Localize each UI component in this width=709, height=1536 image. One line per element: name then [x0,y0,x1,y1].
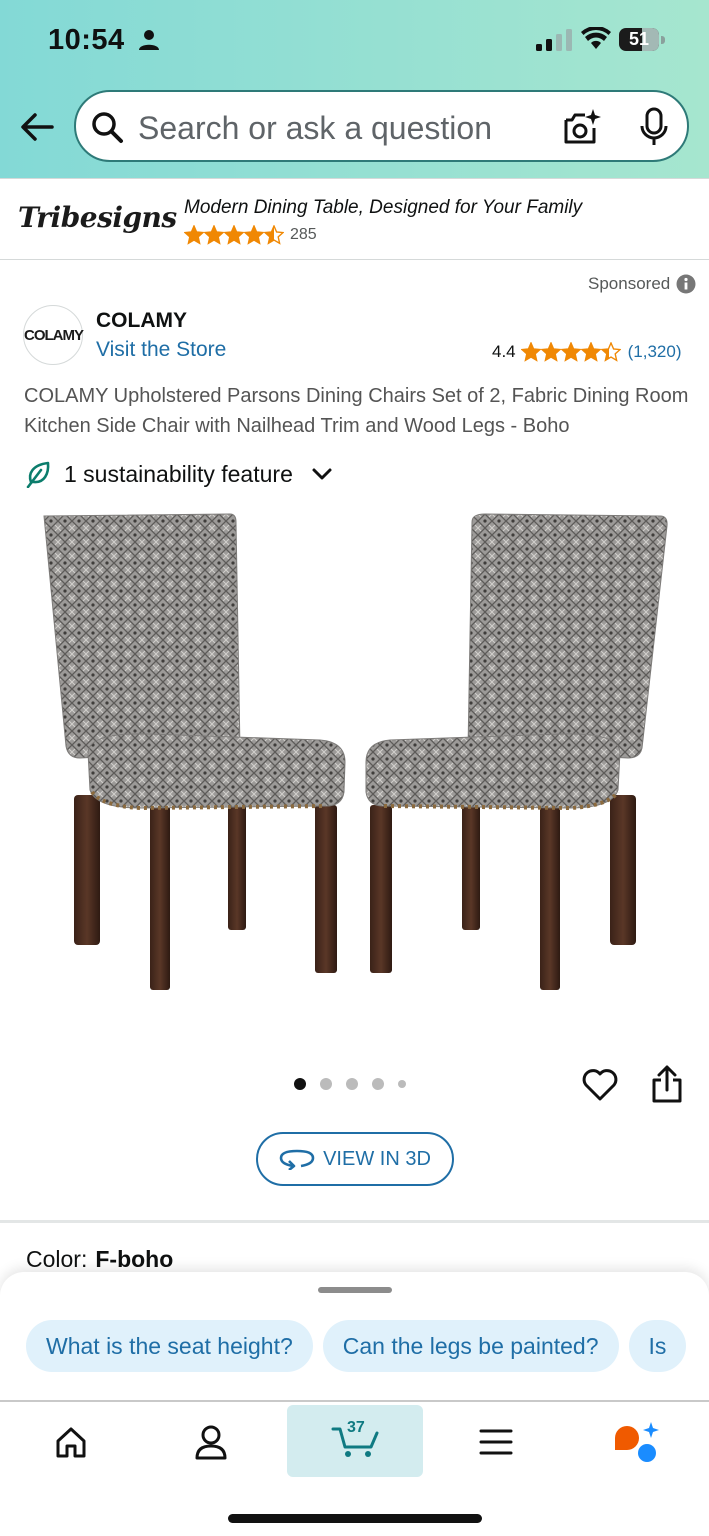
suggestion-chip[interactable]: Can the legs be painted? [322,1320,619,1372]
brand-logo[interactable]: COLAMY [23,305,84,365]
star-icon [539,342,562,362]
person-status-icon [139,30,159,50]
info-icon[interactable] [676,274,696,294]
visit-store-link[interactable]: Visit the Store [96,338,226,362]
color-value: F-boho [95,1246,174,1272]
star-icon [520,342,542,362]
chevron-down-icon [312,468,332,480]
star-icon [203,225,225,245]
left-chair [43,513,346,990]
rating-count[interactable]: (1,320) [628,342,682,362]
profile-icon [195,1425,227,1460]
image-carousel-dots[interactable] [294,1078,406,1090]
rating-value: 4.4 [492,342,516,361]
search-bar[interactable]: Search or ask a question [74,90,689,162]
product-rating[interactable]: 4.4 (1,320) [492,342,682,362]
nav-cart[interactable]: 37 [287,1405,423,1477]
color-selection-row: Color: F-boho [26,1246,173,1273]
product-title: COLAMY Upholstered Parsons Dining Chairs… [24,385,689,437]
banner-star-rating [184,225,284,245]
top-header: 10:54 51 Search or ask a question [0,0,709,178]
right-chair [365,513,668,990]
nav-rufus[interactable] [600,1402,672,1482]
product-image[interactable] [30,500,680,1010]
home-indicator[interactable] [228,1514,482,1523]
color-label: Color: [26,1246,88,1272]
view-in-3d-label: VIEW IN 3D [323,1147,431,1170]
battery-icon: 51 [619,28,665,52]
carousel-dot[interactable] [372,1078,384,1090]
star-icon [599,342,621,362]
home-icon [56,1427,86,1458]
banner-stars-icon [184,225,284,245]
carousel-dot-active[interactable] [294,1078,306,1090]
wifi-icon [581,27,611,49]
carousel-dot[interactable] [398,1080,406,1088]
nav-menu[interactable] [460,1402,532,1482]
sustainability-label: 1 sustainability feature [64,460,293,487]
search-icon [92,112,123,143]
banner-review-count: 285 [290,226,317,243]
star-icon [263,225,284,245]
battery-level: 51 [628,29,650,49]
sheet-drag-handle[interactable] [318,1287,392,1293]
cellular-signal-icon [536,29,572,51]
nav-home[interactable] [36,1402,106,1482]
sponsored-label[interactable]: Sponsored [588,274,696,294]
heart-icon[interactable] [581,1066,619,1102]
sponsored-text: Sponsored [588,274,671,293]
suggestion-chip[interactable]: What is the seat height? [26,1320,313,1372]
leaf-icon [26,461,50,488]
sponsored-banner-ad[interactable]: Tribesigns Modern Dining Table, Designed… [0,178,709,260]
sustainability-feature-toggle[interactable]: 1 sustainability feature [26,460,333,488]
product-stars-icon [520,342,621,362]
section-divider [0,1220,709,1223]
microphone-icon[interactable] [639,107,669,147]
suggestion-chips: What is the seat height? Can the legs be… [26,1320,687,1372]
tribesigns-logo: Tribesigns [18,201,177,234]
view-in-3d-button[interactable]: VIEW IN 3D [256,1132,454,1186]
carousel-dot[interactable] [320,1078,332,1090]
nav-profile[interactable] [176,1402,246,1482]
share-icon[interactable] [650,1064,684,1104]
brand-name: COLAMY [96,309,187,332]
carousel-dot[interactable] [346,1078,358,1090]
back-arrow-icon[interactable] [18,108,56,146]
suggestion-chip[interactable]: Is [628,1320,687,1372]
rotate-3d-icon [279,1149,315,1170]
rufus-suggestion-sheet[interactable]: What is the seat height? Can the legs be… [0,1272,709,1402]
cart-count-badge: 37 [347,1419,365,1436]
star-icon [559,342,582,362]
banner-headline: Modern Dining Table, Designed for Your F… [184,197,583,218]
star-icon [184,225,205,245]
star-icon [579,342,602,362]
status-time: 10:54 [48,24,125,56]
rufus-assistant-icon [615,1422,659,1462]
status-bar: 10:54 51 [0,0,709,80]
menu-icon [479,1429,513,1455]
camera-lens-icon[interactable] [561,107,601,147]
star-icon [223,225,245,245]
search-input[interactable]: Search or ask a question [138,110,492,147]
star-icon [243,225,265,245]
